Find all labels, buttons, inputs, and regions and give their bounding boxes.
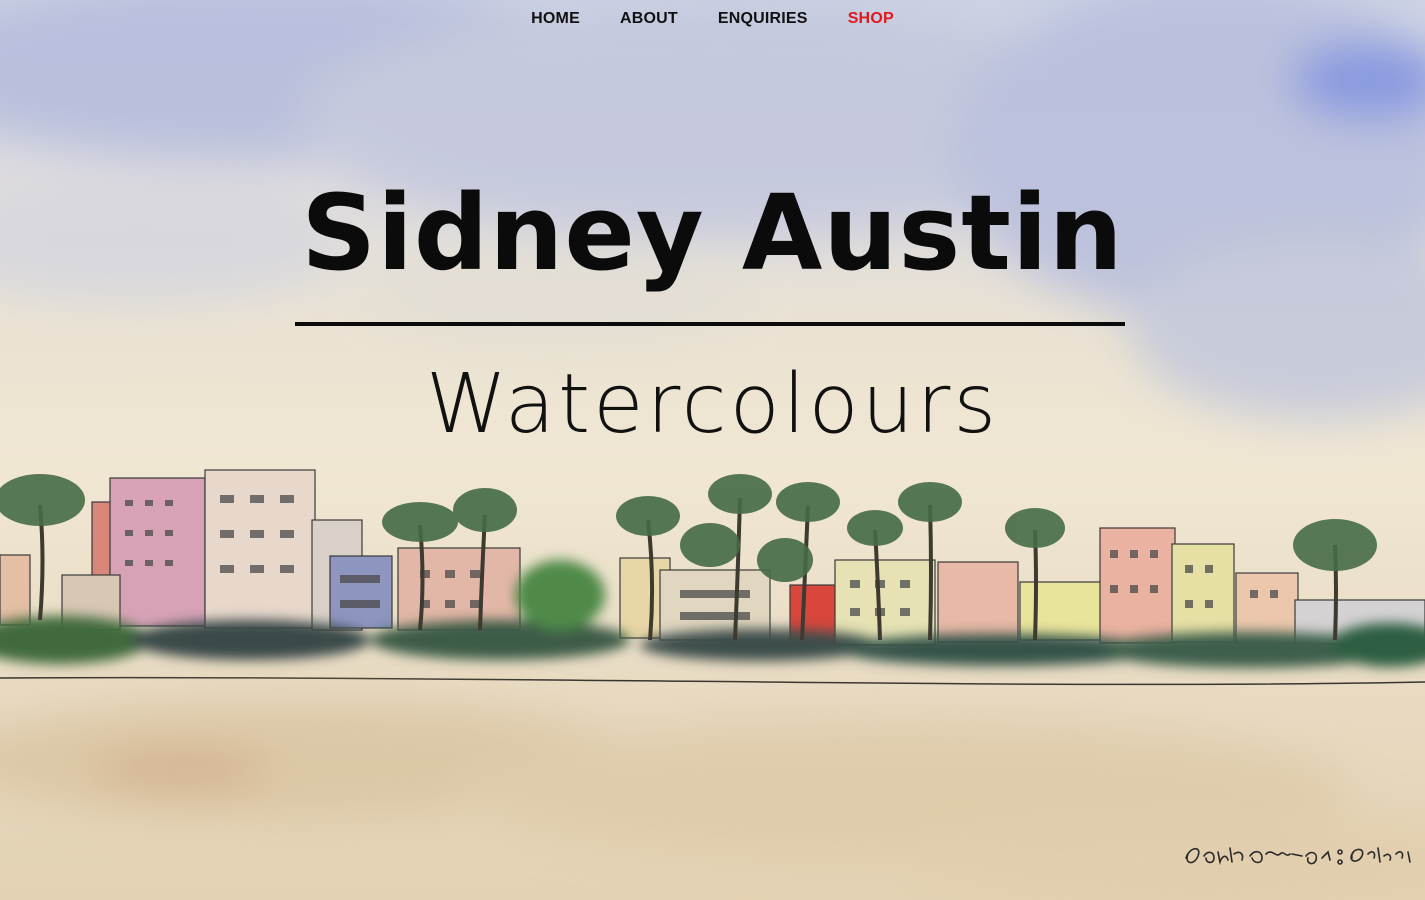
artist-signature xyxy=(1185,847,1411,866)
nav-item-enquiries[interactable]: ENQUIRIES xyxy=(718,8,808,30)
hero-divider xyxy=(295,322,1125,326)
page: HOME ABOUT ENQUIRIES SHOP Sidney Austin … xyxy=(0,0,1425,900)
hero-title: Sidney Austin xyxy=(301,172,1124,294)
hero-subtitle: Watercolours xyxy=(425,357,1000,452)
nav-item-shop[interactable]: SHOP xyxy=(848,8,894,30)
nav-item-about[interactable]: ABOUT xyxy=(620,8,678,30)
promenade-line xyxy=(0,676,1425,686)
main-nav: HOME ABOUT ENQUIRIES SHOP xyxy=(0,8,1425,30)
nav-item-home[interactable]: HOME xyxy=(531,8,580,30)
